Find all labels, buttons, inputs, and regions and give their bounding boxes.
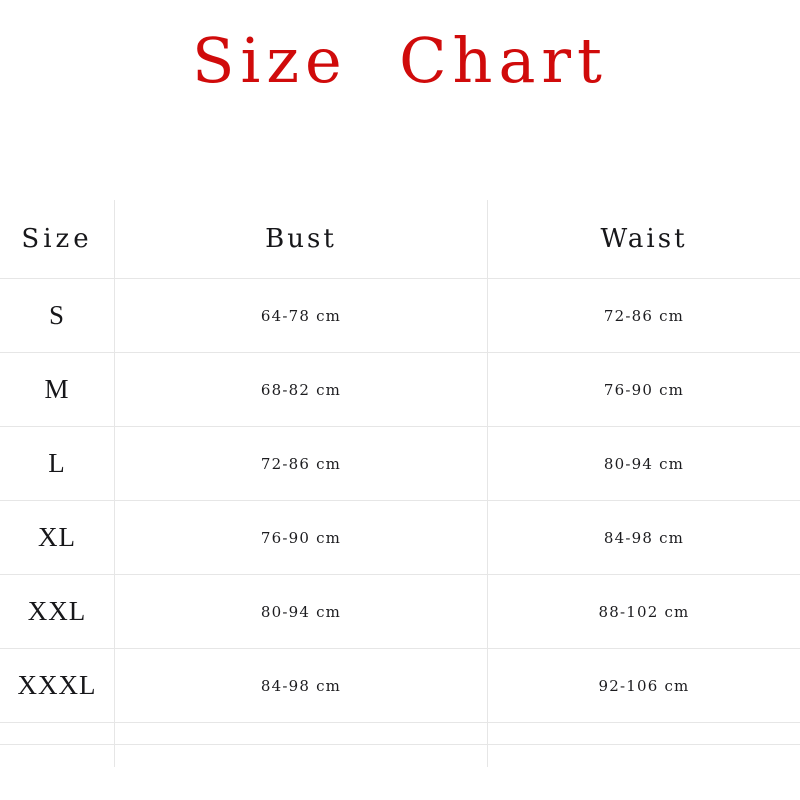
size-label: L	[48, 448, 66, 478]
cell-bust	[115, 745, 488, 767]
size-chart-page: Size Chart Size Bust Waist S 64-78 cm 72	[0, 0, 800, 800]
cell-bust: 80-94 cm	[115, 575, 488, 648]
page-title: Size Chart	[192, 24, 608, 97]
size-chart-table: Size Bust Waist S 64-78 cm 72-86 cm M 68…	[0, 200, 800, 767]
bust-value: 84-98 cm	[260, 676, 342, 695]
cell-size	[0, 723, 115, 744]
cell-bust: 72-86 cm	[115, 427, 488, 500]
cell-waist	[488, 723, 800, 744]
waist-value: 80-94 cm	[603, 454, 685, 473]
table-row: L 72-86 cm 80-94 cm	[0, 427, 800, 501]
bust-value: 64-78 cm	[260, 306, 342, 325]
waist-value: 92-106 cm	[598, 676, 690, 695]
cell-size: XXXL	[0, 649, 115, 722]
table-row: XXL 80-94 cm 88-102 cm	[0, 575, 800, 649]
cell-bust: 68-82 cm	[115, 353, 488, 426]
bust-value: 68-82 cm	[260, 380, 342, 399]
waist-value: 84-98 cm	[603, 528, 685, 547]
cell-bust	[115, 723, 488, 744]
waist-value: 72-86 cm	[603, 306, 685, 325]
cell-bust: 64-78 cm	[115, 279, 488, 352]
cell-waist: 72-86 cm	[488, 279, 800, 352]
cell-size: L	[0, 427, 115, 500]
size-label: XL	[38, 522, 76, 552]
cell-waist: 76-90 cm	[488, 353, 800, 426]
table-empty-row	[0, 723, 800, 745]
header-label-size: Size	[21, 224, 93, 254]
table-row: M 68-82 cm 76-90 cm	[0, 353, 800, 427]
size-label: S	[48, 300, 66, 330]
cell-waist: 84-98 cm	[488, 501, 800, 574]
cell-size: XXL	[0, 575, 115, 648]
cell-waist: 80-94 cm	[488, 427, 800, 500]
header-label-bust: Bust	[265, 224, 337, 254]
header-cell-bust: Bust	[115, 200, 488, 278]
size-label: XXL	[27, 596, 87, 626]
cell-waist: 92-106 cm	[488, 649, 800, 722]
table-row: XL 76-90 cm 84-98 cm	[0, 501, 800, 575]
bust-value: 72-86 cm	[260, 454, 342, 473]
bust-value: 76-90 cm	[260, 528, 342, 547]
cell-waist	[488, 745, 800, 767]
cell-size: S	[0, 279, 115, 352]
header-cell-size: Size	[0, 200, 115, 278]
page-title-container: Size Chart	[0, 24, 800, 97]
cell-size: XL	[0, 501, 115, 574]
table-header-row: Size Bust Waist	[0, 200, 800, 279]
header-cell-waist: Waist	[488, 200, 800, 278]
cell-size	[0, 745, 115, 767]
cell-size: M	[0, 353, 115, 426]
waist-value: 88-102 cm	[598, 602, 690, 621]
table-row: XXXL 84-98 cm 92-106 cm	[0, 649, 800, 723]
waist-value: 76-90 cm	[603, 380, 685, 399]
table-row: S 64-78 cm 72-86 cm	[0, 279, 800, 353]
cell-bust: 76-90 cm	[115, 501, 488, 574]
header-label-waist: Waist	[600, 224, 688, 254]
size-label: XXXL	[17, 670, 97, 700]
cell-waist: 88-102 cm	[488, 575, 800, 648]
table-empty-row	[0, 745, 800, 767]
cell-bust: 84-98 cm	[115, 649, 488, 722]
bust-value: 80-94 cm	[260, 602, 342, 621]
size-label: M	[44, 374, 70, 404]
